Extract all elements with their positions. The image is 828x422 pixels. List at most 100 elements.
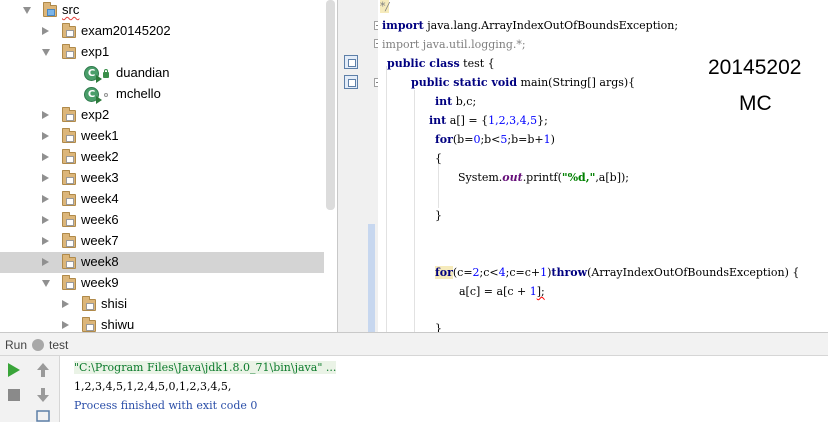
- chevron-right-icon[interactable]: [62, 300, 69, 308]
- tree-item-week9[interactable]: week9: [0, 273, 324, 294]
- chevron-right-icon[interactable]: [42, 216, 49, 224]
- tree-item-label: shisi: [101, 296, 128, 311]
- stop-icon[interactable]: [7, 388, 21, 402]
- implements-gutter-icon[interactable]: [344, 75, 358, 89]
- tree-item-src[interactable]: src: [0, 0, 324, 21]
- run-label: Run: [5, 338, 28, 352]
- project-tree[interactable]: src exam20145202 exp1 Cduandian Cmchello exp2…: [0, 0, 324, 332]
- console-exit-message: Process finished with exit code 0: [74, 399, 258, 412]
- import-path: java.util.logging.*;: [419, 38, 526, 51]
- tree-item-duandian[interactable]: Cduandian: [0, 63, 324, 84]
- chevron-down-icon[interactable]: [42, 280, 50, 287]
- class-name: test {: [459, 57, 495, 70]
- code-editor[interactable]: */ import java.lang.ArrayIndexOutOfBound…: [378, 0, 828, 332]
- chevron-right-icon[interactable]: [42, 153, 49, 161]
- tree-item-exp1[interactable]: exp1: [0, 42, 324, 63]
- tree-item-label: duandian: [116, 65, 170, 80]
- run-tab-test[interactable]: test: [49, 338, 68, 352]
- int-keyword: int: [435, 95, 453, 108]
- tree-item-week2[interactable]: week2: [0, 147, 324, 168]
- code-token: System.: [458, 171, 503, 184]
- overlay-initials: MC: [739, 92, 772, 115]
- restore-layout-icon[interactable]: [36, 410, 52, 422]
- tree-item-mchello[interactable]: Cmchello: [0, 84, 324, 105]
- lock-icon: [103, 69, 109, 78]
- chevron-right-icon[interactable]: [42, 174, 49, 182]
- tree-item-week4[interactable]: week4: [0, 189, 324, 210]
- code-token: a[c] = a[c +: [459, 285, 530, 298]
- code-line-class-decl: public class test {: [387, 57, 495, 71]
- code-token: ;c=c+: [505, 266, 541, 279]
- code-line-brace-open: {: [435, 152, 442, 166]
- run-config-icon: [32, 339, 44, 351]
- tree-item-label: mchello: [116, 86, 161, 101]
- code-token: (c=: [452, 266, 473, 279]
- tree-item-label: week3: [81, 170, 119, 185]
- code-token: }: [435, 322, 442, 332]
- tree-item-week3[interactable]: week3: [0, 168, 324, 189]
- tree-item-label: exp1: [81, 44, 110, 59]
- tree-item-week8[interactable]: week8: [0, 252, 324, 273]
- java-class-icon: C: [84, 87, 102, 104]
- tree-item-exp2[interactable]: exp2: [0, 105, 324, 126]
- chevron-right-icon[interactable]: [42, 111, 49, 119]
- array-values: 1,2,3,4,5: [488, 114, 538, 127]
- scroll-down-icon[interactable]: [36, 387, 50, 403]
- chevron-right-icon[interactable]: [42, 237, 49, 245]
- console-output[interactable]: "C:\Program Files\Java\jdk1.8.0_71\bin\j…: [60, 356, 828, 422]
- import-path: java.lang.ArrayIndexOutOfBoundsException…: [423, 19, 679, 32]
- console-command-line: "C:\Program Files\Java\jdk1.8.0_71\bin\j…: [74, 361, 337, 374]
- code-line-array-decl: int a[] = {1,2,3,4,5};: [429, 114, 548, 128]
- format-string: "%d,": [561, 171, 596, 184]
- tree-item-week6[interactable]: week6: [0, 210, 324, 231]
- chevron-down-icon[interactable]: [42, 49, 50, 56]
- source-folder-icon: [43, 2, 57, 17]
- java-class-icon: C: [84, 66, 102, 83]
- code-line-import-2: import java.util.logging.*;: [382, 38, 526, 52]
- chevron-right-icon[interactable]: [42, 27, 49, 35]
- tree-item-exam20145202[interactable]: exam20145202: [0, 21, 324, 42]
- rerun-icon[interactable]: [7, 362, 21, 378]
- array-decl: a[] = {: [446, 114, 489, 127]
- tree-item-week1[interactable]: week1: [0, 126, 324, 147]
- code-token: (b=: [452, 133, 474, 146]
- tree-item-shiwu[interactable]: shiwu: [0, 315, 324, 332]
- import-keyword: import: [382, 38, 420, 51]
- implements-gutter-icon[interactable]: [344, 55, 358, 69]
- scroll-up-icon[interactable]: [36, 362, 50, 378]
- chevron-right-icon[interactable]: [42, 258, 49, 266]
- chevron-right-icon[interactable]: [62, 321, 69, 329]
- package-icon: [62, 23, 76, 38]
- comment-text: */: [380, 0, 390, 13]
- package-private-icon: [104, 93, 108, 97]
- code-line-brace-close-2: }: [435, 322, 442, 332]
- code-token: (ArrayIndexOutOfBoundsException) {: [587, 266, 800, 279]
- code-line-for-2: for(c=2;c<4;c=c+1)throw(ArrayIndexOutOfB…: [435, 266, 799, 280]
- code-token: }: [435, 209, 442, 222]
- package-icon: [62, 233, 76, 248]
- code-number: 1: [543, 133, 551, 146]
- tree-item-label: week2: [81, 149, 119, 164]
- tree-item-label: src: [62, 2, 80, 17]
- array-decl-end: };: [537, 114, 548, 127]
- import-keyword: import: [382, 19, 424, 32]
- package-icon: [82, 317, 96, 332]
- code-token: ): [550, 133, 555, 146]
- code-line-main-decl: public static void main(String[] args){: [411, 76, 635, 90]
- code-line-int-decl: int b,c;: [435, 95, 476, 109]
- tree-item-shisi[interactable]: shisi: [0, 294, 324, 315]
- package-icon: [62, 44, 76, 59]
- chevron-right-icon[interactable]: [42, 132, 49, 140]
- code-line-brace-close: }: [435, 209, 442, 223]
- tree-item-week7[interactable]: week7: [0, 231, 324, 252]
- throw-keyword: throw: [551, 266, 588, 279]
- chevron-down-icon[interactable]: [23, 7, 31, 14]
- code-line-comment-end: */: [380, 0, 390, 14]
- package-icon: [62, 149, 76, 164]
- tree-item-label: week9: [81, 275, 119, 290]
- chevron-right-icon[interactable]: [42, 195, 49, 203]
- package-icon: [62, 275, 76, 290]
- run-toolbar: [0, 356, 60, 422]
- out-field: out: [502, 171, 523, 184]
- tree-scrollbar[interactable]: [326, 0, 335, 210]
